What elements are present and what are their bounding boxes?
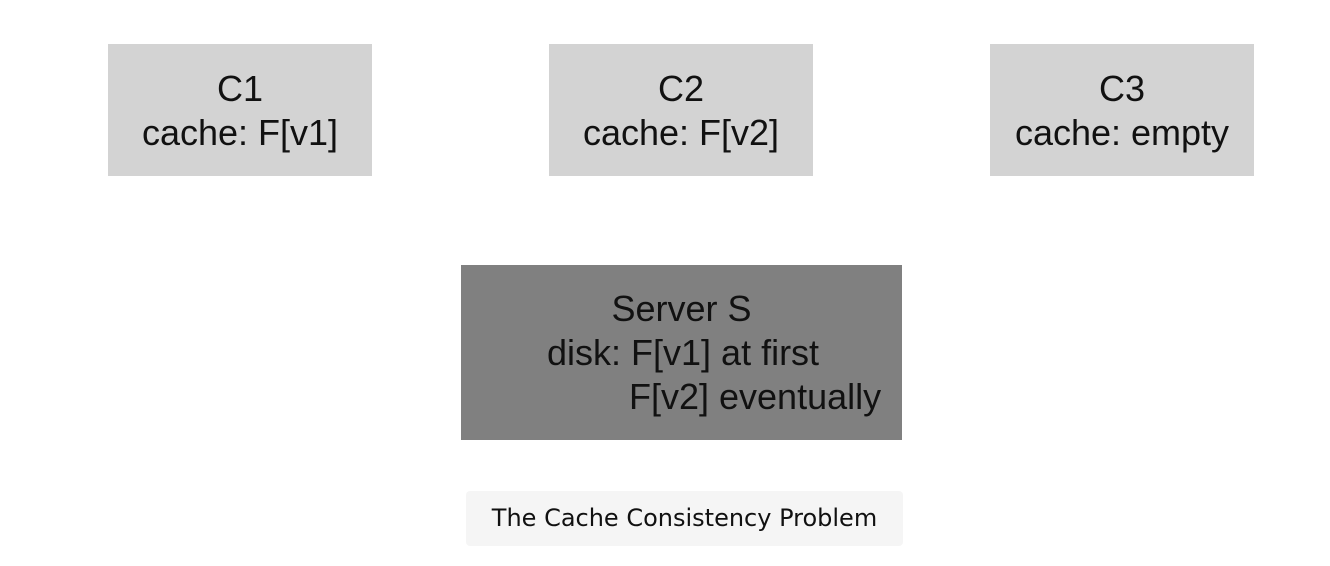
client-c2-cache: cache: F[v2]	[582, 112, 780, 153]
client-c1-cache: cache: F[v1]	[141, 112, 339, 153]
server-name: Server S	[611, 288, 752, 329]
client-c3-cache: cache: empty	[1014, 112, 1230, 153]
client-c2-name: C2	[657, 68, 705, 109]
client-c2-box: C2 cache: F[v2]	[549, 44, 813, 176]
client-c3-name: C3	[1098, 68, 1146, 109]
client-c1-box: C1 cache: F[v1]	[108, 44, 372, 176]
server-disk-line-1: disk: F[v1] at first	[547, 332, 820, 373]
client-c1-name: C1	[216, 68, 264, 109]
server-disk-line-2: F[v2] eventually	[629, 376, 882, 417]
diagram-caption: The Cache Consistency Problem	[466, 491, 903, 546]
server-box: Server S disk: F[v1] at first F[v2] even…	[461, 265, 902, 440]
client-c3-box: C3 cache: empty	[990, 44, 1254, 176]
